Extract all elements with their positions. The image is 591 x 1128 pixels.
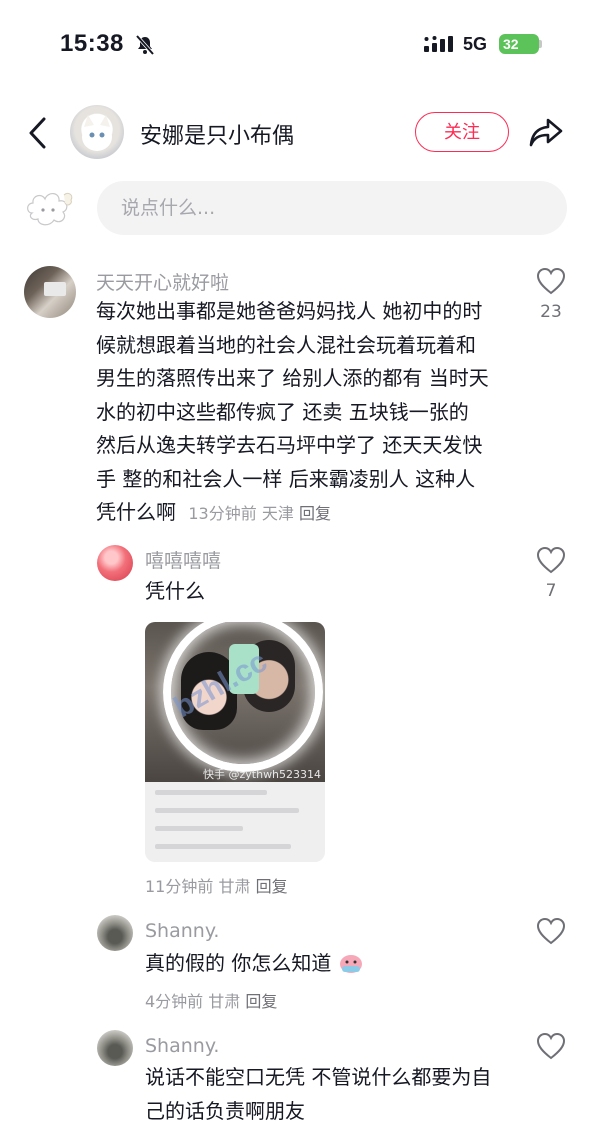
network-type: 5G [463,34,487,55]
comment-text: 真的假的 你怎么知道 [145,947,364,981]
comment-time: 4分钟前 [145,992,203,1011]
comment-meta: 4分钟前 甘肃 回复 [145,988,277,1012]
reply-button[interactable]: 回复 [299,504,331,523]
comment-text: 说话不能空口无凭 不管说什么都要为自 己的话负责啊朋友 [145,1061,491,1128]
heart-icon[interactable] [536,1032,566,1060]
commenter-avatar[interactable] [24,266,76,318]
comment-meta: 11分钟前 甘肃 回复 [145,873,288,897]
share-arrow-icon[interactable] [528,114,564,150]
commenter-avatar[interactable] [97,545,133,581]
comment-line: 凭什么啊 [96,500,176,524]
comment-line: 每次她出事都是她爸爸妈妈找人 她初中的时 [96,295,489,329]
like-count: 7 [536,581,566,601]
reply-button[interactable]: 回复 [256,877,288,896]
comment-input[interactable]: 说点什么... [97,181,567,235]
comment-line: 手 整的和社会人一样 后来霸凌别人 这种人 [96,463,489,497]
comment-location: 甘肃 [218,877,250,896]
account-name[interactable]: 安娜是只小布偶 [140,118,294,150]
comment-last-line: 凭什么啊 13分钟前 天津 回复 [96,496,489,531]
comment-time: 11分钟前 [145,877,213,896]
comment-location: 甘肃 [208,992,240,1011]
comment-line: 说话不能空口无凭 不管说什么都要为自 [145,1061,491,1095]
comment-line: 然后从逸夫转学去石马坪中学了 还天天发快 [96,429,489,463]
comment-text: 每次她出事都是她爸爸妈妈找人 她初中的时 候就想跟着当地的社会人混社会玩着玩着和… [96,295,489,531]
comment-meta: 13分钟前 天津 回复 [188,504,331,523]
comment-line: 真的假的 你怎么知道 [145,951,331,975]
signal-icon [424,36,454,52]
commenter-avatar[interactable] [97,915,133,951]
battery-indicator: 32 [499,34,539,54]
commenter-name[interactable]: Shanny. [145,920,219,942]
cat-avatar-icon [70,105,124,159]
comment-text: 凭什么 [145,575,205,609]
commenter-name[interactable]: Shanny. [145,1035,219,1057]
comment-line: 男生的落照传出来了 给别人添的都有 当时天 [96,362,489,396]
commenter-name[interactable]: 嘻嘻嘻嘻 [145,546,221,573]
like-count: 23 [536,302,566,322]
comment-image[interactable]: 快手 @zythwh523314 [145,622,325,862]
comment-line: 水的初中这些都传疯了 还卖 五块钱一张的 [96,396,489,430]
account-avatar[interactable] [70,105,124,159]
commenter-avatar[interactable] [97,1030,133,1066]
mute-bell-icon [134,35,156,55]
image-phone [229,644,259,694]
comment-line: 候就想跟着当地的社会人混社会玩着玩着和 [96,329,489,363]
my-avatar[interactable] [24,183,76,229]
status-time: 15:38 [60,30,124,58]
heart-icon[interactable] [536,917,566,945]
comment-location: 天津 [262,504,294,523]
back-arrow-icon[interactable] [26,116,50,150]
heart-icon[interactable] [536,546,566,574]
battery-tip [539,40,542,48]
image-text-lines [155,790,315,862]
commenter-name[interactable]: 天天开心就好啦 [96,268,229,295]
heart-icon[interactable] [536,267,566,295]
reply-button[interactable]: 回复 [245,992,277,1011]
follow-button[interactable]: 关注 [415,112,509,152]
emoji-icon [338,950,364,974]
comment-line: 己的话负责啊朋友 [145,1095,491,1128]
comment-time: 13分钟前 [188,504,256,523]
image-watermark: 快手 @zythwh523314 [203,766,321,782]
